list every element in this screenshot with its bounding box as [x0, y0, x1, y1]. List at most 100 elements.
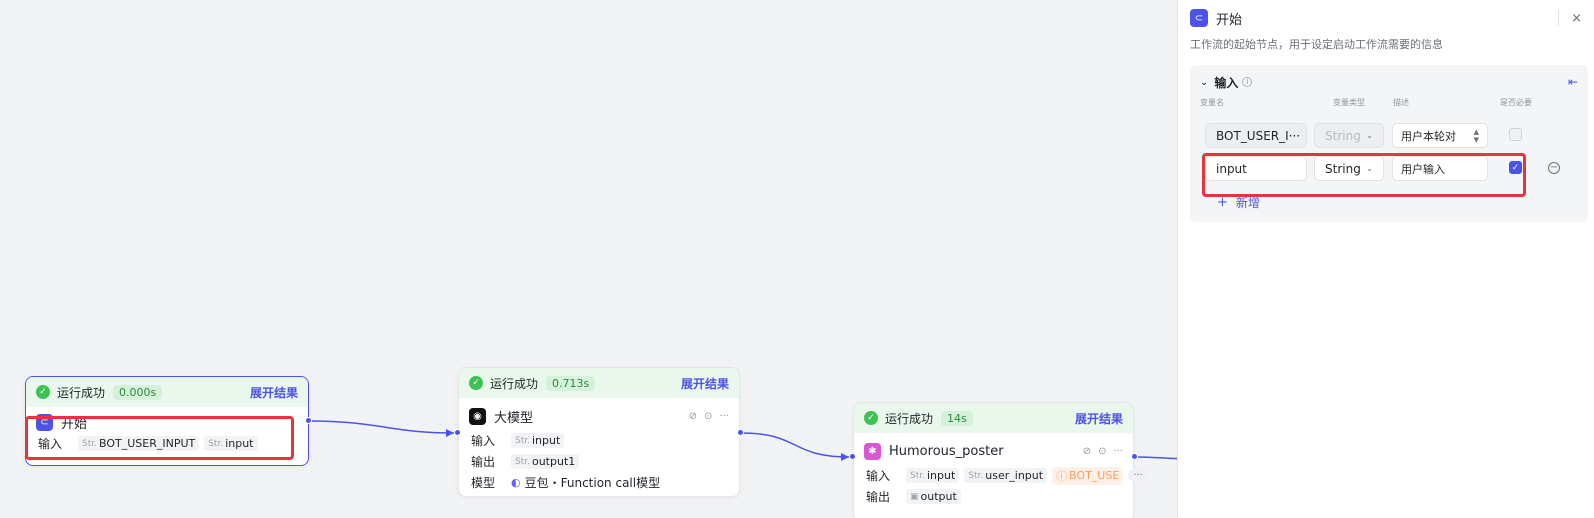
node-title: 大模型: [494, 410, 534, 426]
node-settings-panel: ⊂ 开始 × 工作流的起始节点，用于设定启动工作流需要的信息 ⌄ 输入 i ⇤ …: [1177, 0, 1594, 518]
node-title: 开始: [61, 416, 88, 432]
panel-header: ⊂ 开始 ×: [1178, 0, 1594, 36]
warning-icon: ⓘ: [1056, 469, 1068, 483]
required-checkbox[interactable]: ✓: [1509, 161, 1522, 174]
success-check-icon: ✓: [469, 376, 483, 390]
var-type-select: String ⌄: [1314, 123, 1384, 148]
var-chip: Str. output1: [511, 454, 580, 469]
input-row: 输入 Str. input Str. user_input ⓘ BOT_USE ···: [854, 465, 1148, 486]
col-desc: 描述: [1393, 98, 1409, 107]
llm-input-port[interactable]: [454, 429, 461, 436]
node-title: Humorous_poster: [889, 443, 1004, 459]
input-label: 输入: [471, 434, 496, 448]
scroll-arrows-icon: ▲ ▼: [1473, 127, 1479, 144]
add-variable-button[interactable]: + 新增: [1205, 191, 1272, 213]
param-row: input String ⌄ 用户输入 ✓ −: [1190, 156, 1588, 182]
node-tools: ⊘ ⊙ ···: [1083, 446, 1123, 457]
image-type-icon: ▣: [910, 491, 919, 502]
plugin-icon: ✱: [864, 442, 881, 460]
edge-llm-poster-arrow: [841, 453, 849, 461]
more-icon[interactable]: ···: [719, 411, 729, 422]
close-icon[interactable]: ×: [1571, 11, 1582, 26]
start-output-port[interactable]: [305, 417, 312, 424]
output-label: 输出: [471, 455, 496, 469]
poster-node[interactable]: ✓ 运行成功 14s 展开结果 ✱ Humorous_poster ⊘ ⊙ ··…: [853, 402, 1148, 518]
poster-input-port[interactable]: [849, 453, 856, 460]
divider: [1558, 10, 1560, 26]
time-badge: 0.713s: [546, 375, 596, 391]
poster-output-port[interactable]: [1131, 453, 1138, 460]
success-check-icon: ✓: [864, 411, 878, 425]
column-headers: 变量名 变量类型 描述 是否必要: [1190, 95, 1588, 113]
section-header[interactable]: ⌄ 输入 i ⇤: [1190, 65, 1588, 99]
col-type: 变量类型: [1333, 98, 1365, 107]
input-label: 输入: [38, 437, 63, 451]
start-icon: ⊂: [36, 413, 53, 431]
workflow-canvas[interactable]: ✓ 运行成功 0.000s 展开结果 ⊂ 开始 输入 Str. BOT_USER_…: [0, 0, 1196, 518]
panel-description: 工作流的起始节点，用于设定启动工作流需要的信息: [1190, 38, 1443, 51]
input-label: 输入: [866, 469, 891, 483]
poster-status-bar: ✓ 运行成功 14s 展开结果: [854, 403, 1133, 433]
var-chip: ▣ output: [906, 489, 961, 504]
remove-icon[interactable]: −: [1548, 162, 1560, 174]
status-text: 运行成功: [490, 376, 539, 391]
run-icon[interactable]: ⊙: [1098, 446, 1106, 457]
var-chip: Str. user_input: [964, 468, 1048, 483]
col-name: 变量名: [1200, 98, 1224, 107]
input-row: 输入 Str. input: [459, 430, 739, 451]
expand-results-link[interactable]: 展开结果: [681, 375, 729, 392]
status-text: 运行成功: [57, 385, 106, 400]
var-desc-input[interactable]: 用户输入: [1392, 156, 1488, 181]
panel-title: 开始: [1216, 12, 1243, 28]
doubao-logo-icon: ◐: [511, 476, 521, 489]
run-icon[interactable]: ⊙: [704, 411, 712, 422]
var-chip: Str. input: [204, 436, 258, 451]
start-icon: ⊂: [1190, 9, 1208, 27]
param-row: BOT_USER_I··· String ⌄ 用户本轮对 ▲ ▼: [1190, 123, 1588, 149]
start-node[interactable]: ✓ 运行成功 0.000s 展开结果 ⊂ 开始 输入 Str. BOT_USER_…: [25, 376, 309, 466]
expand-results-link[interactable]: 展开结果: [1075, 410, 1123, 427]
more-icon[interactable]: ···: [1113, 446, 1123, 457]
edge-llm-poster: [740, 432, 850, 458]
required-checkbox: [1509, 128, 1522, 141]
debug-off-icon[interactable]: ⊘: [1083, 446, 1091, 457]
add-label: 新增: [1235, 195, 1260, 210]
var-chip: Str. input: [511, 433, 565, 448]
var-chip: Str. input: [906, 468, 960, 483]
model-label: 模型: [471, 476, 496, 490]
section-title: 输入: [1214, 75, 1239, 90]
output-row: 输出 Str. output1: [459, 451, 739, 472]
warning-chip: ⓘ BOT_USE: [1052, 466, 1124, 485]
llm-node[interactable]: ✓ 运行成功 0.713s 展开结果 ◉ 大模型 ⊘ ⊙ ··· 输入 Str.…: [458, 367, 740, 497]
llm-status-bar: ✓ 运行成功 0.713s 展开结果: [459, 368, 739, 398]
chevron-down-icon: ⌄: [1366, 164, 1373, 173]
node-header: ◉ 大模型 ⊘ ⊙ ···: [459, 398, 739, 430]
chevron-down-icon[interactable]: ⌄: [1200, 77, 1208, 88]
node-header: ⊂ 开始: [26, 407, 308, 433]
import-icon[interactable]: ⇤: [1568, 75, 1578, 89]
llm-icon: ◉: [469, 407, 486, 425]
edge-start-llm-arrow: [446, 429, 454, 437]
time-badge: 0.000s: [113, 384, 163, 400]
chevron-down-icon: ⌄: [1366, 131, 1373, 140]
col-required: 是否必要: [1500, 98, 1532, 107]
node-header: ✱ Humorous_poster ⊘ ⊙ ···: [854, 433, 1133, 465]
more-inputs-button[interactable]: ···: [1128, 470, 1148, 481]
debug-off-icon[interactable]: ⊘: [689, 411, 697, 422]
model-name: 豆包・Function call模型: [524, 476, 661, 490]
info-icon[interactable]: i: [1242, 77, 1253, 87]
output-row: 输出 ▣ output: [854, 486, 1133, 507]
var-type-select[interactable]: String ⌄: [1314, 156, 1384, 181]
var-name-input[interactable]: input: [1205, 156, 1307, 181]
input-row: 输入 Str. BOT_USER_INPUT Str. input: [26, 433, 308, 454]
edge-start-llm: [308, 420, 455, 434]
input-section: ⌄ 输入 i ⇤ 变量名 变量类型 描述 是否必要 BOT_USER_I··· …: [1190, 65, 1588, 222]
llm-output-port[interactable]: [737, 429, 744, 436]
node-tools: ⊘ ⊙ ···: [689, 411, 729, 422]
model-row: 模型 ◐ 豆包・Function call模型: [459, 472, 739, 493]
var-desc-field[interactable]: 用户本轮对 ▲ ▼: [1392, 123, 1488, 148]
expand-results-link[interactable]: 展开结果: [250, 384, 298, 401]
var-chip: Str. BOT_USER_INPUT: [78, 436, 200, 451]
var-name-field: BOT_USER_I···: [1205, 123, 1307, 148]
plus-icon: +: [1217, 194, 1228, 210]
